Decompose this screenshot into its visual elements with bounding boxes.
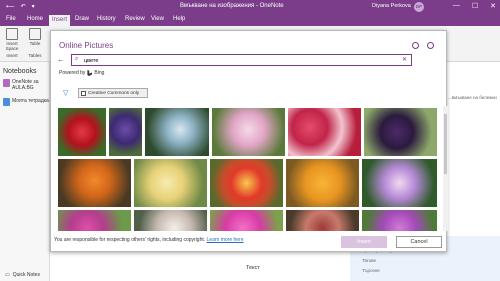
table-icon [29, 28, 41, 40]
powered-by: Powered by Bing [59, 70, 105, 76]
close-icon[interactable]: ✕ [490, 2, 496, 10]
back-arrow-icon[interactable]: ⟵ [6, 3, 15, 10]
image-result[interactable] [58, 159, 131, 207]
notebook-item[interactable]: OneNote за AULA.BG [3, 79, 49, 91]
image-result[interactable] [362, 210, 437, 231]
tables-group-label: Tables [28, 53, 42, 58]
image-result[interactable] [210, 210, 283, 231]
notebook-icon [3, 98, 10, 106]
tab-help[interactable]: Help [173, 16, 185, 22]
filter-icon[interactable]: ▽ [63, 89, 68, 97]
table-button[interactable]: Table [27, 28, 43, 46]
ribbon-tabs: File Home Insert Draw History Review Vie… [0, 14, 500, 26]
clear-icon[interactable]: ✕ [402, 56, 407, 63]
image-result[interactable] [362, 159, 437, 207]
notebook-icon [3, 79, 10, 87]
search-input[interactable] [84, 56, 394, 65]
creative-commons-toggle[interactable]: Creative Commons only [78, 88, 148, 98]
search-box[interactable]: ⌕ ✕ [71, 54, 412, 66]
cancel-button[interactable]: Cancel [396, 236, 442, 248]
tab-home[interactable]: Home [27, 16, 43, 22]
undo-icon[interactable]: ↶ [21, 3, 26, 10]
window-controls: — ☐ ✕ [453, 2, 496, 10]
tab-draw[interactable]: Draw [75, 16, 89, 22]
maximize-icon[interactable]: ☐ [472, 2, 478, 10]
page-list-item[interactable]: ...вмъкване на бележки [448, 95, 497, 100]
insert-group-label: Insert [6, 53, 18, 58]
image-result[interactable] [364, 108, 437, 156]
feedback-frown-icon[interactable] [427, 42, 434, 49]
dialog-header-icons [412, 42, 434, 49]
tab-view[interactable]: View [151, 16, 164, 22]
insert-space-button[interactable]: Insert Space [3, 28, 21, 51]
window-title: Вмъкване на изображения - OneNote [180, 3, 284, 9]
image-results-grid [51, 106, 443, 231]
learn-more-link[interactable]: Learn more here [207, 237, 244, 243]
image-result[interactable] [109, 108, 142, 156]
copyright-notice: You are responsible for respecting other… [54, 237, 244, 243]
dropdown-icon[interactable]: ▾ [32, 3, 35, 10]
image-result[interactable] [58, 108, 106, 156]
page-list-item[interactable]: Таговe [362, 258, 376, 263]
notebook-pane: Notebooks OneNote за AULA.BG Моята тетра… [0, 62, 50, 281]
search-icon: ⌕ [75, 56, 79, 62]
insert-space-icon [6, 28, 18, 40]
image-result[interactable] [210, 159, 283, 207]
image-result[interactable] [286, 210, 359, 231]
minimize-icon[interactable]: — [453, 2, 460, 10]
image-result[interactable] [145, 108, 209, 156]
dialog-title: Online Pictures [59, 41, 114, 50]
tab-file[interactable]: File [6, 16, 16, 22]
notebook-item[interactable]: Моята тетрадка [3, 98, 49, 106]
back-arrow-icon[interactable]: ← [57, 55, 65, 64]
avatar[interactable]: DP [414, 2, 424, 12]
image-result[interactable] [58, 210, 131, 231]
online-pictures-dialog: Online Pictures ← ⌕ ✕ Powered by Bing ▽ … [50, 30, 448, 252]
bing-logo-icon [87, 70, 93, 76]
quick-access-toolbar: ⟵ ↶ ▾ [6, 3, 35, 10]
tab-review[interactable]: Review [125, 16, 145, 22]
results-scrollbar[interactable] [443, 106, 448, 231]
tab-insert[interactable]: Insert [49, 15, 71, 26]
image-result[interactable] [134, 159, 207, 207]
feedback-smile-icon[interactable] [412, 42, 419, 49]
image-result[interactable] [286, 159, 359, 207]
creative-commons-checkbox[interactable] [81, 90, 86, 96]
title-bar: ⟵ ↶ ▾ Вмъкване на изображения - OneNote … [0, 0, 500, 14]
insert-button[interactable]: Insert [341, 236, 387, 248]
page-text[interactable]: Текст [246, 265, 260, 271]
quick-notes-icon: ▭ [5, 272, 10, 278]
image-result[interactable] [288, 108, 361, 156]
user-name[interactable]: Diyana Perkova [372, 3, 411, 9]
page-list-item[interactable]: Търсене [362, 268, 380, 273]
image-result[interactable] [134, 210, 207, 231]
notebooks-header[interactable]: Notebooks [3, 68, 36, 75]
image-result[interactable] [212, 108, 285, 156]
scrollbar-thumb[interactable] [444, 114, 447, 174]
tab-history[interactable]: History [97, 16, 116, 22]
quick-notes[interactable]: ▭ Quick Notes [5, 272, 40, 278]
